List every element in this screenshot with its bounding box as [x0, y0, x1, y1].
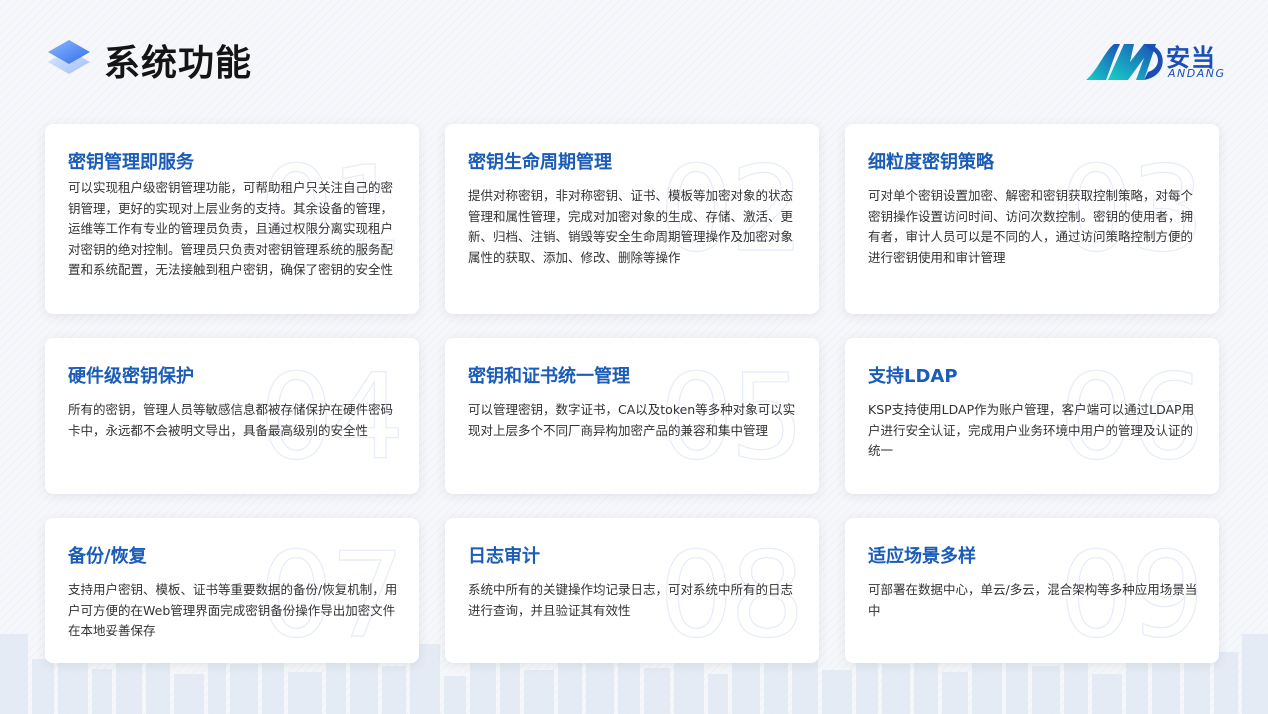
feature-card-key-management-service: 01 密钥管理即服务 可以实现租户级密钥管理功能，可帮助租户只关注自己的密钥管理… — [45, 124, 419, 314]
feature-card-backup-restore: 07 备份/恢复 支持用户密钥、模板、证书等重要数据的备份/恢复机制，用户可方便… — [45, 518, 419, 663]
card-description: 可部署在数据中心，单云/多云，混合架构等多种应用场景当中 — [868, 582, 1198, 618]
card-description: 所有的密钥，管理人员等敏感信息都被存储保护在硬件密码卡中，永远都不会被明文导出，… — [68, 402, 394, 438]
card-description: 系统中所有的关键操作均记录日志，可对系统中所有的日志进行查询，并且验证其有效性 — [468, 582, 794, 618]
card-title: 支持LDAP — [868, 366, 958, 387]
feature-card-diverse-scenarios: 09 适应场景多样 可部署在数据中心，单云/多云，混合架构等多种应用场景当中 — [845, 518, 1219, 663]
feature-card-fine-grained-policy: 03 细粒度密钥策略 可对单个密钥设置加密、解密和密钥获取控制策略，对每个密钥操… — [845, 124, 1219, 314]
feature-card-unified-cert-management: 05 密钥和证书统一管理 可以管理密钥，数字证书，CA以及token等多种对象可… — [445, 338, 819, 494]
card-description: KSP支持使用LDAP作为账户管理，客户端可以通过LDAP用户进行安全认证，完成… — [868, 402, 1195, 458]
card-description: 可以管理密钥，数字证书，CA以及token等多种对象可以实现对上层多个不同厂商异… — [468, 402, 796, 438]
feature-card-hardware-protection: 04 硬件级密钥保护 所有的密钥，管理人员等敏感信息都被存储保护在硬件密码卡中，… — [45, 338, 419, 494]
card-title: 适应场景多样 — [868, 546, 976, 567]
page-title: 系统功能 — [104, 43, 253, 84]
card-title: 硬件级密钥保护 — [68, 366, 194, 387]
card-title: 细粒度密钥策略 — [868, 152, 994, 173]
card-title: 密钥和证书统一管理 — [468, 366, 630, 387]
brand-name-en: ANDANG — [1168, 67, 1226, 80]
card-description: 提供对称密钥，非对称密钥、证书、模板等加密对象的状态管理和属性管理，完成对加密对… — [468, 188, 794, 265]
card-title: 备份/恢复 — [68, 546, 147, 567]
feature-card-ldap-support: 06 支持LDAP KSP支持使用LDAP作为账户管理，客户端可以通过LDAP用… — [845, 338, 1219, 494]
card-description: 可以实现租户级密钥管理功能，可帮助租户只关注自己的密钥管理，更好的实现对上层业务… — [68, 180, 394, 277]
brand-logo: 安当 ANDANG — [1084, 40, 1224, 84]
card-title: 密钥管理即服务 — [68, 152, 194, 173]
feature-card-log-audit: 08 日志审计 系统中所有的关键操作均记录日志，可对系统中所有的日志进行查询，并… — [445, 518, 819, 663]
card-description: 可对单个密钥设置加密、解密和密钥获取控制策略，对每个密钥操作设置访问时间、访问次… — [868, 188, 1194, 265]
layers-stack-icon — [48, 40, 90, 74]
andang-logo-icon — [1086, 44, 1163, 80]
card-description: 支持用户密钥、模板、证书等重要数据的备份/恢复机制，用户可方便的在Web管理界面… — [68, 582, 398, 638]
feature-card-key-lifecycle: 02 密钥生命周期管理 提供对称密钥，非对称密钥、证书、模板等加密对象的状态管理… — [445, 124, 819, 314]
card-title: 密钥生命周期管理 — [468, 152, 612, 173]
card-title: 日志审计 — [468, 546, 540, 567]
